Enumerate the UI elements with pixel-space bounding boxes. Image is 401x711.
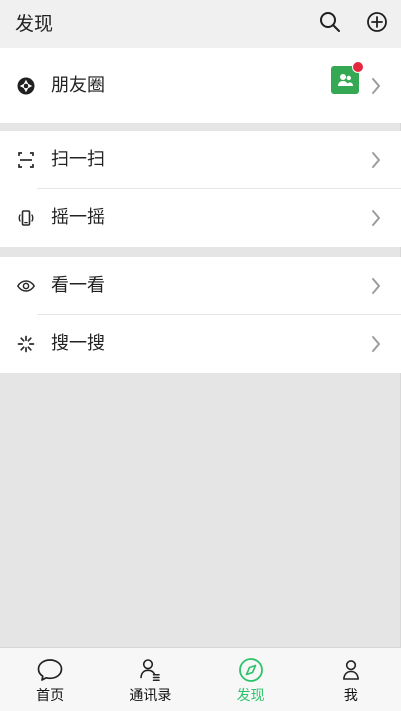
menu-item-shake[interactable]: 摇一摇 (0, 189, 401, 247)
contacts-badge-icon (331, 62, 363, 94)
tab-discover[interactable]: 发现 (201, 648, 301, 711)
menu-label-scan: 扫一扫 (51, 149, 105, 170)
menu-item-search[interactable]: 搜一搜 (0, 315, 401, 373)
tab-label-home: 首页 (36, 688, 65, 704)
plus-circle-icon (367, 12, 387, 32)
search-spark-icon (15, 333, 37, 355)
menu-label-look: 看一看 (51, 275, 105, 296)
top-bar: 发现 (0, 0, 401, 48)
chevron-right-icon (371, 335, 381, 353)
tab-me[interactable]: 我 (301, 648, 401, 711)
chevron-right-icon (371, 77, 381, 95)
menu-item-scan[interactable]: 扫一扫 (0, 131, 401, 189)
discover-section-browse: 看一看 搜一搜 (0, 257, 401, 373)
tab-label-contacts: 通讯录 (129, 688, 172, 704)
menu-label-search: 搜一搜 (51, 333, 105, 354)
discover-screen: 发现 朋友圈 扫一扫 摇一摇 看一看 搜一搜 首页 通讯录 发现 我 (0, 0, 401, 711)
scan-icon (15, 149, 37, 171)
discover-section-tools: 扫一扫 摇一摇 (0, 131, 401, 247)
chevron-right-icon (371, 151, 381, 169)
contacts-icon (135, 656, 165, 684)
menu-label-shake: 摇一摇 (51, 207, 105, 228)
compass-icon (236, 656, 266, 684)
person-icon (336, 656, 366, 684)
page-title: 发现 (15, 13, 54, 35)
tab-label-discover: 发现 (236, 688, 265, 704)
menu-label-moments: 朋友圈 (51, 74, 105, 96)
unread-dot (353, 62, 363, 72)
search-button[interactable] (318, 10, 342, 34)
add-button[interactable] (365, 10, 389, 34)
search-icon (320, 12, 340, 32)
bottom-tab-bar: 首页 通讯录 发现 我 (0, 647, 401, 711)
eye-icon (15, 275, 37, 297)
shake-icon (15, 207, 37, 229)
menu-item-look[interactable]: 看一看 (0, 257, 401, 315)
tab-label-me: 我 (343, 688, 358, 704)
tab-home[interactable]: 首页 (0, 648, 100, 711)
chevron-right-icon (371, 209, 381, 227)
menu-item-moments[interactable]: 朋友圈 (0, 48, 401, 123)
chat-bubble-icon (35, 656, 65, 684)
tab-contacts[interactable]: 通讯录 (100, 648, 200, 711)
discover-section-moments: 朋友圈 (0, 48, 401, 123)
moments-icon (15, 75, 37, 97)
chevron-right-icon (371, 277, 381, 295)
